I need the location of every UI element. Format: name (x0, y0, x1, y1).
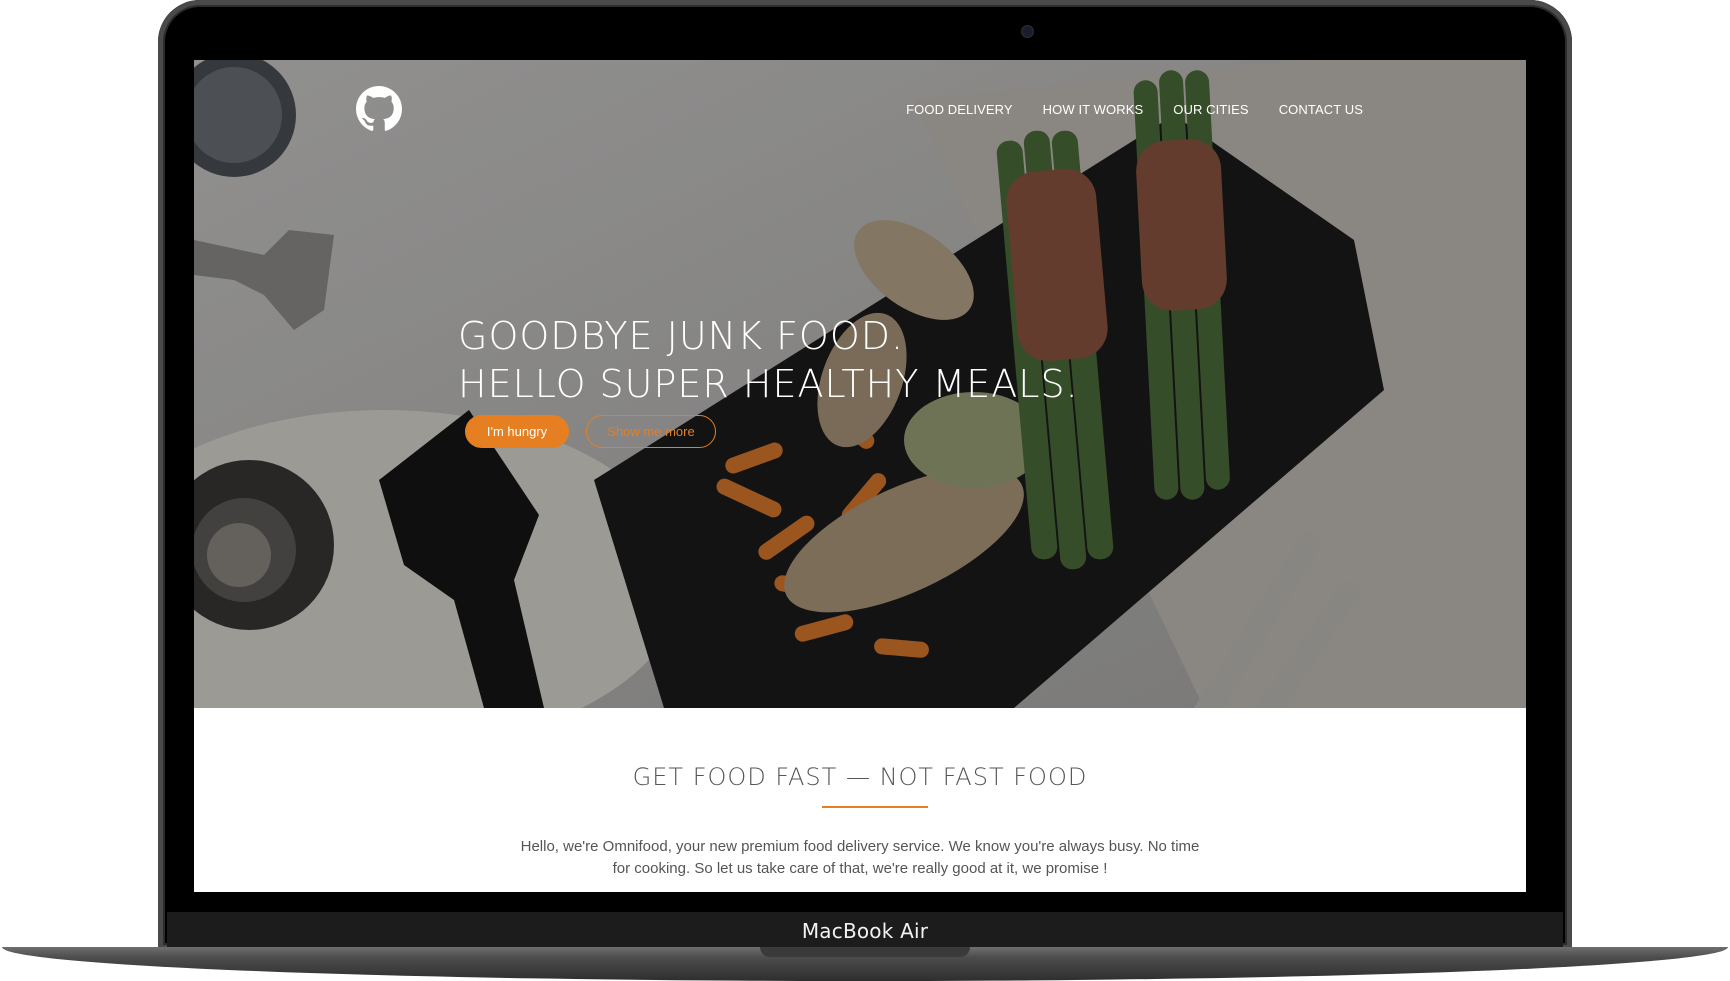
main-nav: FOOD DELIVERY HOW IT WORKS OUR CITIES CO… (906, 102, 1363, 117)
show-me-more-button[interactable]: Show me more (586, 415, 716, 448)
features-section: GET FOOD FAST — NOT FAST FOOD Hello, we'… (194, 708, 1526, 892)
section-intro-text: Hello, we're Omnifood, your new premium … (520, 838, 1200, 877)
laptop-mockup: FOOD DELIVERY HOW IT WORKS OUR CITIES CO… (0, 0, 1730, 981)
device-label: MacBook Air (801, 919, 929, 943)
im-hungry-button[interactable]: I'm hungry (465, 415, 569, 448)
nav-how-it-works[interactable]: HOW IT WORKS (1043, 102, 1144, 117)
nav-contact-us[interactable]: CONTACT US (1279, 102, 1363, 117)
laptop-base-notch (760, 947, 970, 957)
section-title: GET FOOD FAST — NOT FAST FOOD (632, 763, 1088, 791)
github-icon[interactable] (356, 86, 402, 132)
nav-our-cities[interactable]: OUR CITIES (1173, 102, 1248, 117)
hero-headline-line-2: HELLO SUPER HEALTHY MEALS. (458, 362, 1079, 406)
camera-icon (1021, 25, 1034, 38)
laptop-chin: MacBook Air (167, 912, 1563, 950)
title-underline (822, 806, 928, 808)
hero-section: FOOD DELIVERY HOW IT WORKS OUR CITIES CO… (194, 60, 1526, 708)
nav-food-delivery[interactable]: FOOD DELIVERY (906, 102, 1013, 117)
website-screen: FOOD DELIVERY HOW IT WORKS OUR CITIES CO… (194, 60, 1526, 892)
hero-headline-line-1: GOODBYE JUNK FOOD. (458, 314, 905, 358)
hero-headline: GOODBYE JUNK FOOD. HELLO SUPER HEALTHY M… (458, 312, 1079, 408)
